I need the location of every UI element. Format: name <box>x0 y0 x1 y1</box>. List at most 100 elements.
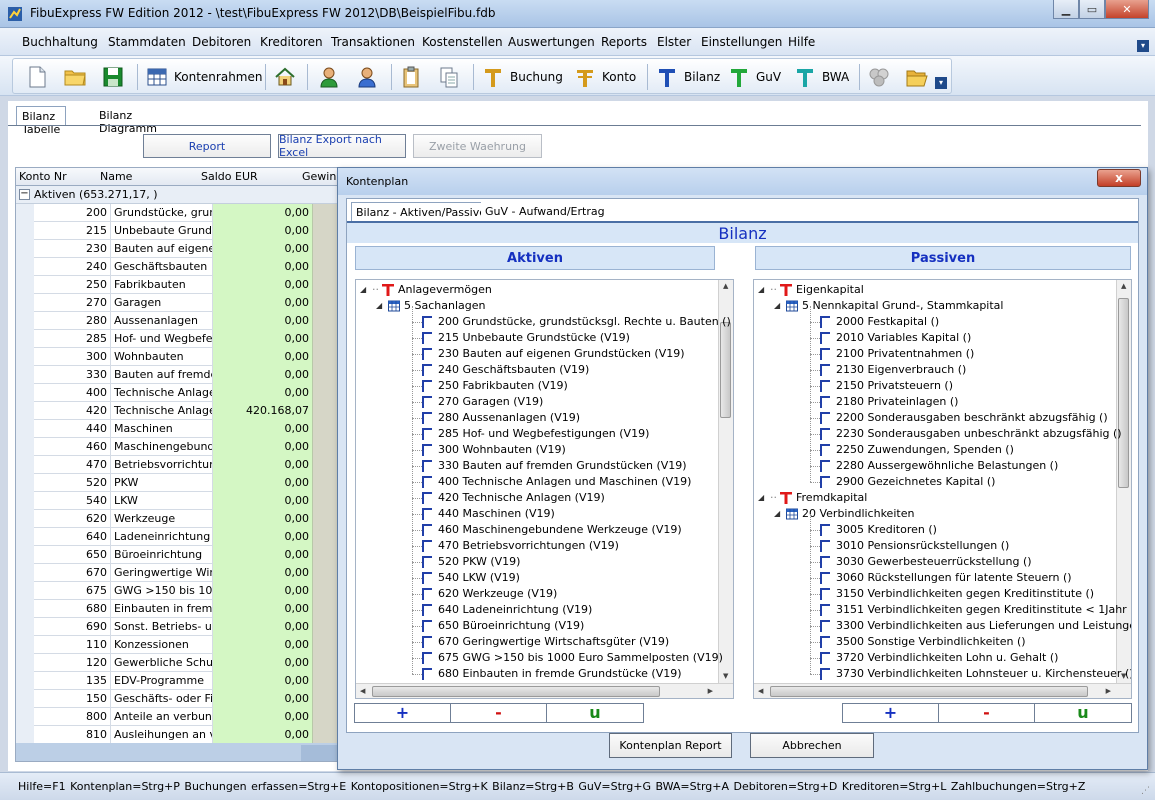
tree-leaf-node[interactable]: 2150 Privatsteuern () <box>754 370 1114 394</box>
cell-saldo[interactable]: 0,00 <box>213 510 313 528</box>
tree-leaf-node[interactable]: 3010 Pensionsrückstellungen () <box>754 530 1114 554</box>
tree-leaf-node[interactable]: 230 Bauten auf eigenen Grundstücken (V19… <box>356 338 716 362</box>
tree-leaf-node[interactable]: 330 Bauten auf fremden Grundstücken (V19… <box>356 450 716 474</box>
table-row[interactable]: 285 Hof- und Wegbefes 0,00 <box>16 330 344 348</box>
aktiven-hscroll[interactable]: ◀ ▶ <box>356 683 733 698</box>
toolbar-overflow-icon[interactable]: ▾ <box>935 77 947 89</box>
tree-leaf-node[interactable]: 270 Garagen (V19) <box>356 386 716 410</box>
table-row[interactable]: 670 Geringwertige Wirts 0,00 <box>16 564 344 582</box>
tree-leaf-node[interactable]: 2180 Privateinlagen () <box>754 386 1114 410</box>
cell-saldo[interactable]: 0,00 <box>213 600 313 618</box>
aktiven-update-button[interactable]: u <box>547 704 643 722</box>
col-saldo[interactable]: Saldo EUR <box>201 170 258 183</box>
debitor-button[interactable] <box>317 63 341 91</box>
dtab-bilanz[interactable]: Bilanz - Aktiven/Passiven <box>351 202 498 221</box>
tree-group-node[interactable]: ◢ 5 Sachanlagen <box>356 298 716 314</box>
table-row[interactable]: 135 EDV-Programme 0,00 <box>16 672 344 690</box>
cell-saldo[interactable]: 0,00 <box>213 222 313 240</box>
minimize-button[interactable]: ▁ <box>1053 0 1079 19</box>
tree-leaf-node[interactable]: 2100 Privatentnahmen () <box>754 338 1114 362</box>
tree-leaf-node[interactable]: 640 Ladeneinrichtung (V19) <box>356 594 716 618</box>
new-button[interactable] <box>25 63 49 91</box>
save-button[interactable] <box>101 63 125 91</box>
cell-saldo[interactable]: 0,00 <box>213 564 313 582</box>
table-row[interactable]: 270 Garagen 0,00 <box>16 294 344 312</box>
abbrechen-button[interactable]: Abbrechen <box>750 733 874 758</box>
tree-leaf-node[interactable]: 460 Maschinengebundene Werkzeuge (V19) <box>356 514 716 538</box>
cell-saldo[interactable]: 0,00 <box>213 474 313 492</box>
table-row[interactable]: 110 Konzessionen 0,00 <box>16 636 344 654</box>
menu-einstellungen[interactable]: Einstellungen <box>701 35 782 49</box>
cell-saldo[interactable]: 0,00 <box>213 420 313 438</box>
tree-leaf-node[interactable]: 680 Einbauten in fremde Grundstücke (V19… <box>356 658 716 682</box>
resize-grip-icon[interactable]: ⋰ <box>1141 786 1151 796</box>
expand-triangle-icon[interactable]: ◢ <box>758 493 766 502</box>
expand-triangle-icon[interactable]: ◢ <box>774 301 782 310</box>
tree-leaf-node[interactable]: 2010 Variables Kapital () <box>754 322 1114 346</box>
col-name[interactable]: Name <box>100 170 132 183</box>
tree-leaf-node[interactable]: 3005 Kreditoren () <box>754 514 1114 538</box>
passiven-hscroll-thumb[interactable] <box>770 686 1088 697</box>
kontenplan-report-button[interactable]: Kontenplan Report <box>609 733 732 758</box>
table-row[interactable]: 620 Werkzeuge 0,00 <box>16 510 344 528</box>
tree-leaf-node[interactable]: 2000 Festkapital () <box>754 306 1114 330</box>
table-row[interactable]: 540 LKW 0,00 <box>16 492 344 510</box>
tree-leaf-node[interactable]: 440 Maschinen (V19) <box>356 498 716 522</box>
dtab-guv[interactable]: GuV - Aufwand/Ertrag <box>481 202 609 221</box>
table-row[interactable]: 400 Technische Anlagen 0,00 <box>16 384 344 402</box>
maximize-button[interactable]: ▭ <box>1079 0 1105 19</box>
cell-saldo[interactable]: 0,00 <box>213 456 313 474</box>
aktiven-vscroll[interactable]: ▲ ▼ <box>718 280 733 698</box>
tree-leaf-node[interactable]: 420 Technische Anlagen (V19) <box>356 482 716 506</box>
passiven-add-button[interactable]: + <box>843 704 939 722</box>
passiven-tree[interactable]: ▲ ▼ ◀ ▶ ◢ ·· Eigenkapital ◢ 5 Nennkapital Gr… <box>753 279 1132 699</box>
table-row[interactable]: 215Unbebaute Grundstü0,00 <box>16 222 344 240</box>
export-excel-button[interactable]: Bilanz Export nach Excel <box>278 133 406 159</box>
kreditor-button[interactable] <box>355 63 379 91</box>
menu-elster[interactable]: Elster <box>657 35 691 49</box>
cell-saldo[interactable]: 0,00 <box>213 546 313 564</box>
table-row[interactable]: 120Gewerbliche Schutzr0,00 <box>16 654 344 672</box>
open-folder-button[interactable] <box>905 63 929 91</box>
cell-saldo[interactable]: 0,00 <box>213 204 313 222</box>
cell-saldo[interactable]: 0,00 <box>213 690 313 708</box>
buchung-button[interactable]: Buchung <box>481 63 563 91</box>
tree-leaf-node[interactable]: 2200 Sonderausgaben beschränkt abzugsfäh… <box>754 402 1114 426</box>
tab-bilanz-tabelle[interactable]: Bilanz Tabelle <box>16 106 67 136</box>
bilanz-button[interactable]: Bilanz <box>655 63 720 91</box>
tree-leaf-node[interactable]: 250 Fabrikbauten (V19) <box>356 370 716 394</box>
table-row[interactable]: 520 PKW 0,00 <box>16 474 344 492</box>
tree-leaf-node[interactable]: 2130 Eigenverbrauch () <box>754 354 1114 378</box>
table-row[interactable]: 800 Anteile an verbund. 0,00 <box>16 708 344 726</box>
menu-reports[interactable]: Reports <box>601 35 647 49</box>
report-button[interactable]: Report <box>143 134 271 158</box>
col-konto-nr[interactable]: Konto Nr <box>19 170 67 183</box>
cell-saldo[interactable]: 0,00 <box>213 582 313 600</box>
tree-leaf-node[interactable]: 620 Werkzeuge (V19) <box>356 578 716 602</box>
table-row[interactable]: 230 Bauten auf eigenen 0,00 <box>16 240 344 258</box>
menu-hilfe[interactable]: Hilfe <box>788 35 815 49</box>
table-row[interactable]: 640 Ladeneinrichtung 0,00 <box>16 528 344 546</box>
tree-leaf-node[interactable]: 2250 Zuwendungen, Spenden () <box>754 434 1114 458</box>
table-row[interactable]: 440 Maschinen 0,00 <box>16 420 344 438</box>
tree-leaf-node[interactable]: 2280 Aussergewöhnliche Belastungen () <box>754 450 1114 474</box>
cell-saldo[interactable]: 0,00 <box>213 276 313 294</box>
table-row[interactable]: 330Bauten auf fremden0,00 <box>16 366 344 384</box>
table-row[interactable]: 150 Geschäfts- oder Firr 0,00 <box>16 690 344 708</box>
cell-saldo[interactable]: 0,00 <box>213 708 313 726</box>
tree-group-node[interactable]: ◢ 5 Nennkapital Grund-, Stammkapital <box>754 298 1114 314</box>
tree-leaf-node[interactable]: 3730 Verbindlichkeiten Lohnsteuer u. Kir… <box>754 658 1131 682</box>
tree-leaf-node[interactable]: 3060 Rückstellungen für latente Steuern … <box>754 562 1114 586</box>
cell-saldo[interactable]: 0,00 <box>213 348 313 366</box>
tree-leaf-node[interactable]: 3720 Verbindlichkeiten Lohn u. Gehalt () <box>754 642 1114 666</box>
passiven-update-button[interactable]: u <box>1035 704 1131 722</box>
cell-saldo[interactable]: 0,00 <box>213 618 313 636</box>
tree-leaf-node[interactable]: 3300 Verbindlichkeiten aus Lieferungen u… <box>754 610 1131 634</box>
table-row[interactable]: 460Maschinengebunder0,00 <box>16 438 344 456</box>
expand-triangle-icon[interactable]: ◢ <box>360 285 368 294</box>
tree-leaf-node[interactable]: 3500 Sonstige Verbindlichkeiten () <box>754 626 1114 650</box>
cell-saldo[interactable]: 0,00 <box>213 240 313 258</box>
zweite-waehrung-button[interactable]: Zweite Waehrung <box>413 134 542 158</box>
menu-kreditoren[interactable]: Kreditoren <box>260 35 323 49</box>
tree-leaf-node[interactable]: 280 Aussenanlagen (V19) <box>356 402 716 426</box>
